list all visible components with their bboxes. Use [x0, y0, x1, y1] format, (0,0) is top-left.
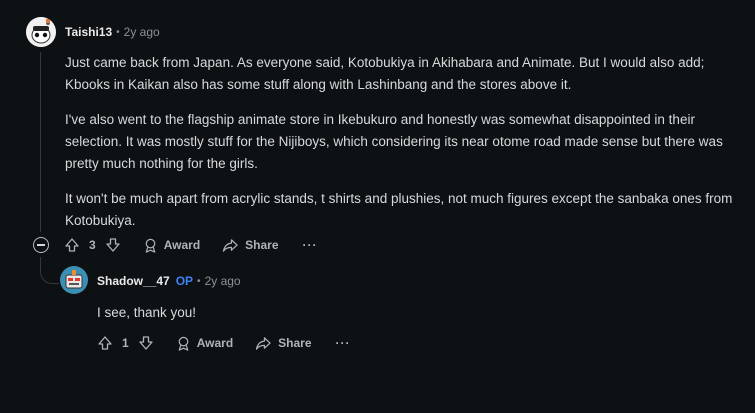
- award-label: Award: [163, 238, 201, 252]
- op-badge: OP: [175, 274, 194, 288]
- timestamp[interactable]: 2y ago: [124, 25, 160, 39]
- share-label: Share: [245, 238, 279, 252]
- award-button[interactable]: Award: [143, 238, 200, 253]
- comment-header: Taishi13 • 2y ago: [65, 25, 160, 39]
- downvote-icon[interactable]: [138, 335, 154, 351]
- reply-header: Shadow__47 OP • 2y ago: [97, 274, 241, 288]
- share-button[interactable]: Share: [222, 238, 279, 253]
- reply-body: I see, thank you!: [97, 302, 717, 324]
- vote-count: 1: [122, 336, 129, 350]
- comment-actions: 3 Award Share ···: [64, 237, 318, 253]
- vote-group: 1: [97, 335, 154, 351]
- separator-dot: •: [197, 275, 201, 287]
- more-icon: ···: [335, 336, 351, 350]
- comment-paragraph: It won't be much apart from acrylic stan…: [65, 191, 733, 228]
- award-icon: [143, 238, 158, 253]
- comment-paragraph: I've also went to the flagship animate s…: [65, 112, 723, 171]
- reply-text: I see, thank you!: [97, 305, 197, 320]
- award-icon: [176, 336, 191, 351]
- upvote-icon[interactable]: [97, 335, 113, 351]
- reply-username[interactable]: Shadow__47: [97, 274, 170, 288]
- reply-actions: 1 Award Share ···: [97, 335, 351, 351]
- comment-body: Just came back from Japan. As everyone s…: [65, 52, 735, 232]
- share-label: Share: [278, 336, 312, 350]
- username[interactable]: Taishi13: [65, 25, 112, 39]
- reply-timestamp[interactable]: 2y ago: [205, 274, 241, 288]
- reply-avatar[interactable]: [60, 266, 88, 294]
- reply-connector: [40, 257, 59, 284]
- share-icon: [255, 336, 272, 351]
- share-button[interactable]: Share: [255, 336, 312, 351]
- downvote-icon[interactable]: [105, 237, 121, 253]
- award-button[interactable]: Award: [176, 336, 233, 351]
- award-label: Award: [196, 336, 234, 350]
- more-options-button[interactable]: ···: [336, 336, 351, 350]
- avatar[interactable]: [26, 17, 56, 47]
- comment-paragraph: Just came back from Japan. As everyone s…: [65, 55, 705, 92]
- more-icon: ···: [302, 238, 318, 252]
- vote-group: 3: [64, 237, 121, 253]
- upvote-icon[interactable]: [64, 237, 80, 253]
- collapse-thread-button[interactable]: [33, 237, 49, 253]
- more-options-button[interactable]: ···: [303, 238, 318, 252]
- share-icon: [222, 238, 239, 253]
- thread-line: [40, 52, 41, 232]
- vote-count: 3: [89, 238, 96, 252]
- separator-dot: •: [116, 26, 120, 38]
